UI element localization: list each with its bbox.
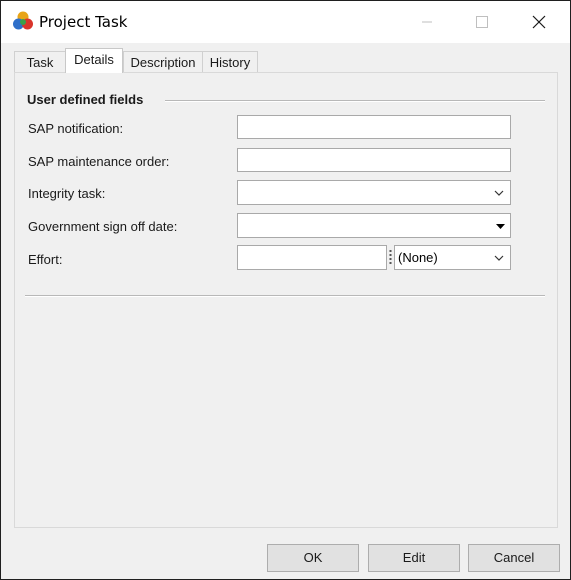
maximize-icon: [476, 16, 488, 28]
close-icon: [532, 15, 546, 29]
effort-unit-dropdown[interactable]: (None): [394, 245, 511, 270]
group-divider: [165, 100, 545, 102]
group-title: User defined fields: [27, 92, 144, 107]
sap-notification-input[interactable]: [237, 115, 511, 139]
sap-maintenance-order-label: SAP maintenance order:: [28, 154, 170, 169]
tab-history[interactable]: History: [202, 51, 258, 72]
government-sign-off-date-picker[interactable]: [237, 213, 511, 238]
government-sign-off-date-label: Government sign off date:: [28, 219, 178, 234]
app-icon: [13, 11, 33, 30]
tab-task[interactable]: Task: [14, 51, 66, 72]
details-panel: User defined fields SAP notification: SA…: [14, 72, 558, 528]
tab-details[interactable]: Details: [65, 48, 123, 73]
chevron-down-icon: [494, 190, 504, 196]
minimize-icon: [422, 21, 432, 23]
maximize-button[interactable]: [454, 1, 510, 43]
title-bar[interactable]: Project Task: [1, 1, 570, 43]
integrity-task-label: Integrity task:: [28, 186, 106, 201]
sap-maintenance-order-input[interactable]: [237, 148, 511, 172]
effort-label: Effort:: [28, 252, 63, 267]
cancel-button[interactable]: Cancel: [468, 544, 560, 572]
integrity-task-dropdown[interactable]: [237, 180, 511, 205]
tab-description[interactable]: Description: [123, 51, 203, 72]
effort-unit-value: (None): [398, 250, 438, 265]
sap-notification-label: SAP notification:: [28, 121, 124, 136]
dropdown-arrow-icon: [496, 224, 505, 229]
edit-button[interactable]: Edit: [368, 544, 460, 572]
effort-input[interactable]: [237, 245, 387, 270]
chevron-down-icon: [494, 255, 504, 261]
ok-button[interactable]: OK: [267, 544, 359, 572]
minimize-button[interactable]: [399, 1, 455, 43]
section-divider: [25, 295, 545, 297]
window-title: Project Task: [39, 13, 128, 31]
splitter-grip-icon[interactable]: [389, 249, 392, 267]
project-task-window: Project Task Task Details Description Hi…: [0, 0, 571, 580]
close-button[interactable]: [511, 1, 567, 43]
